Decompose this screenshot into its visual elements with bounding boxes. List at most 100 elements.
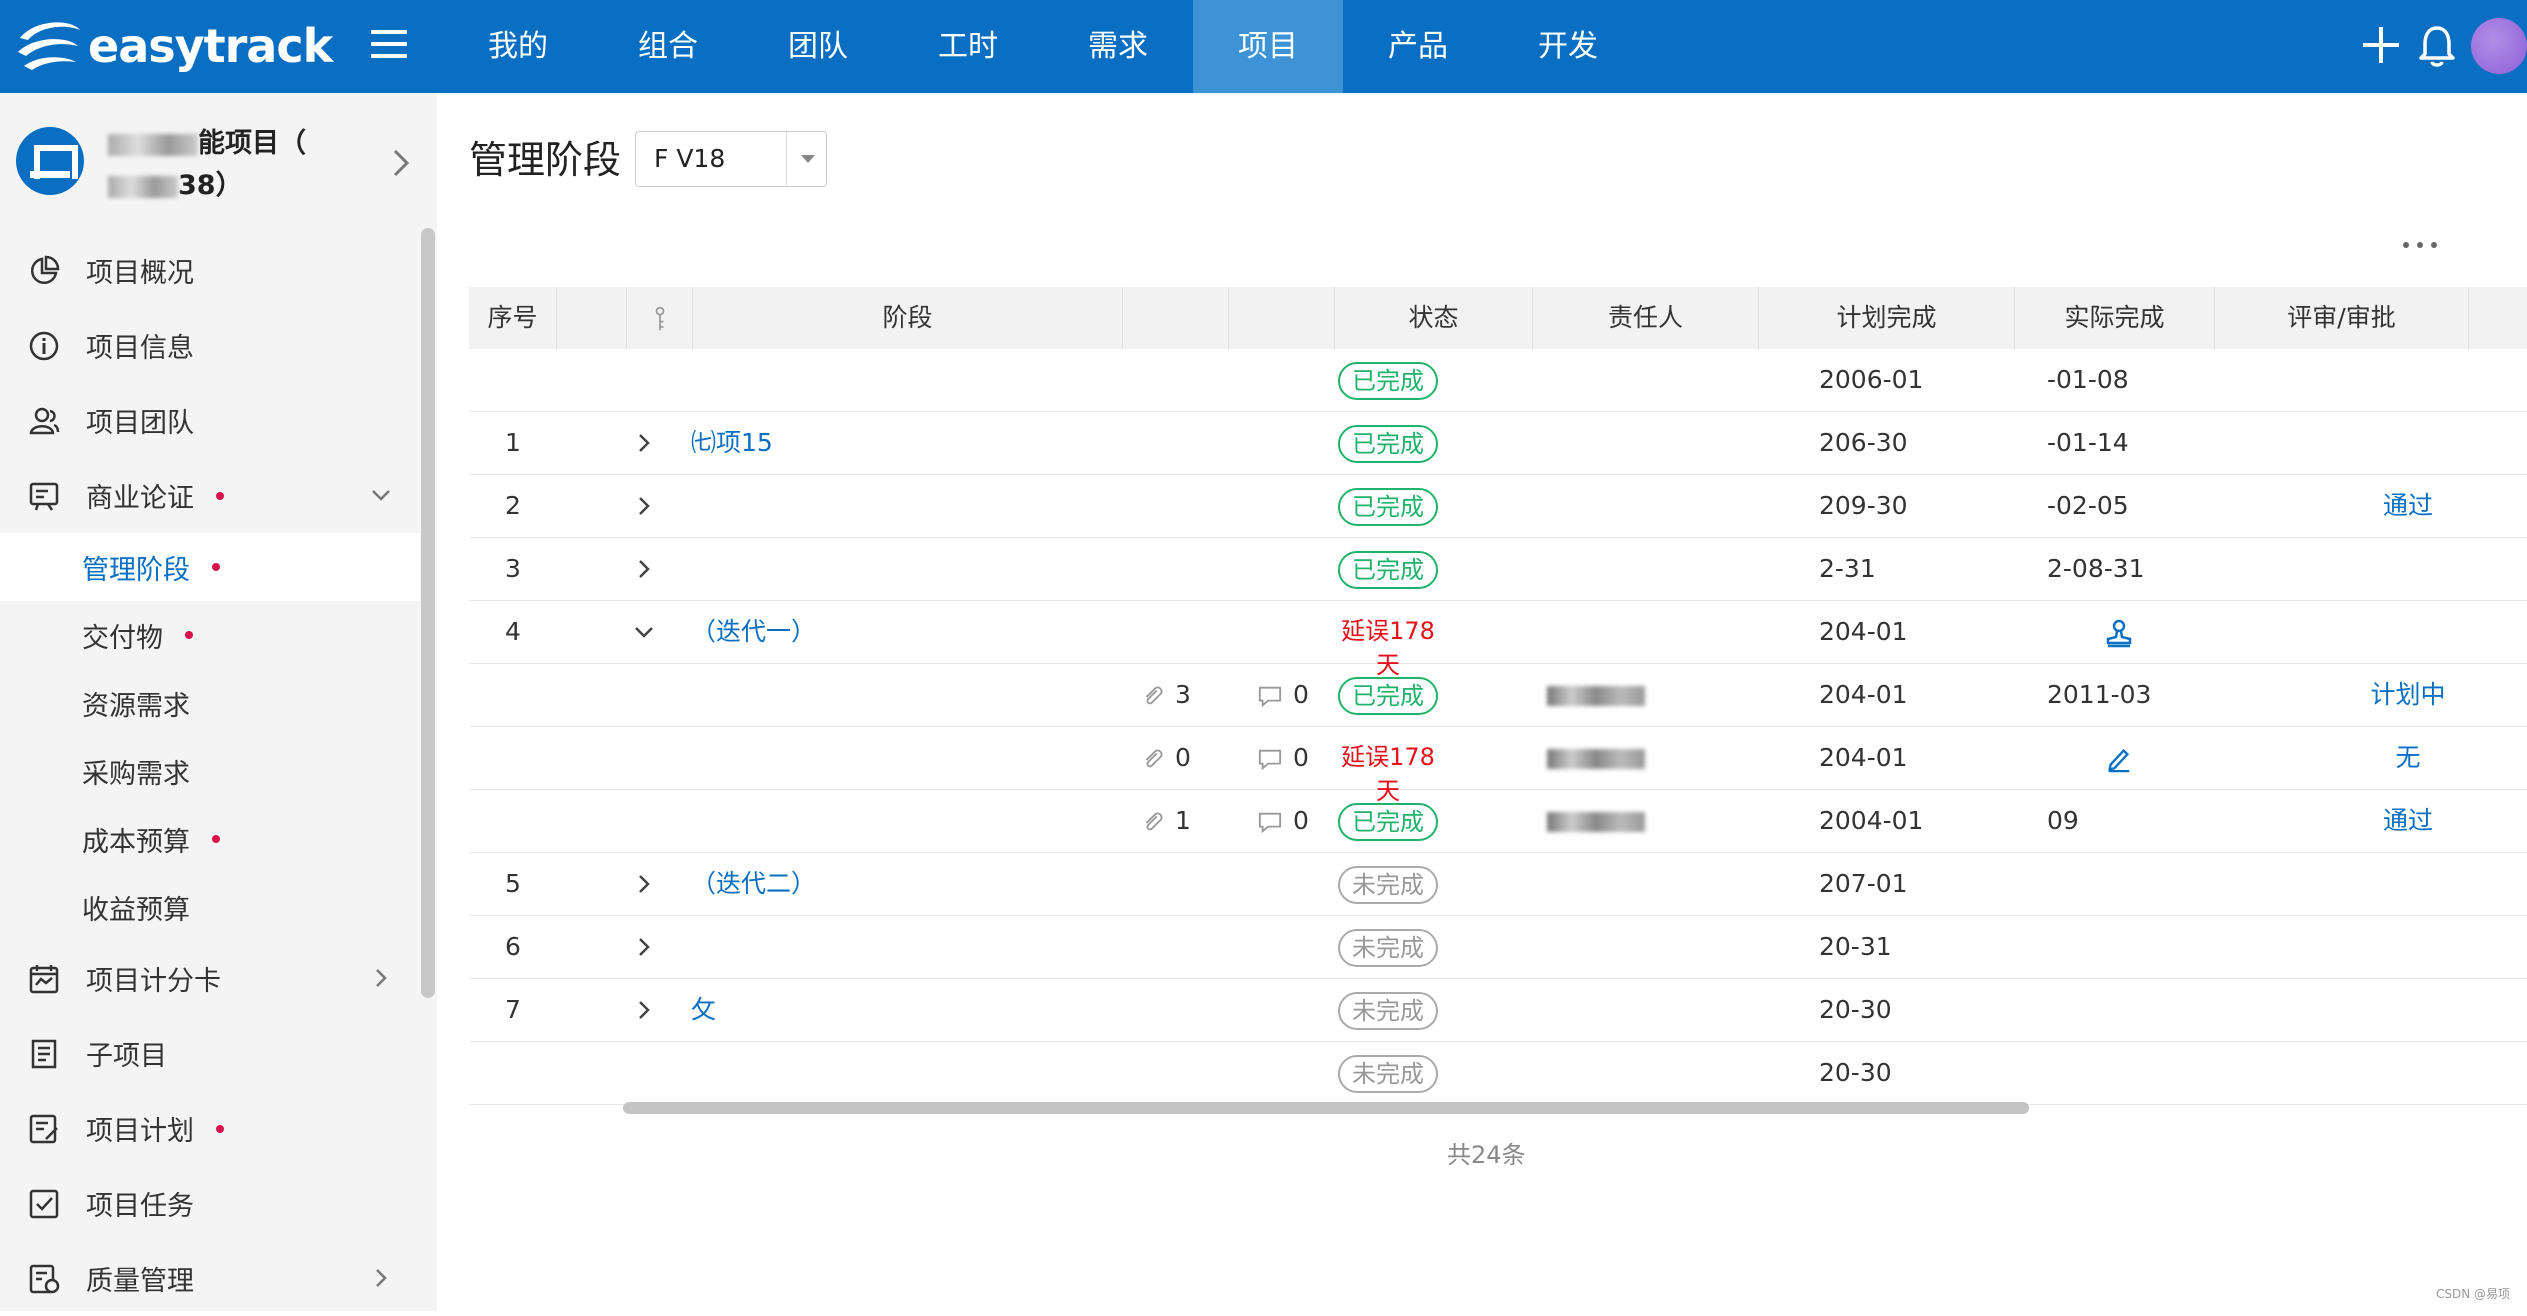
nav-item-portfolio[interactable]: 组合 — [593, 0, 743, 93]
review-status-link[interactable] — [2353, 349, 2463, 411]
review-status-link[interactable]: 通过 — [2353, 790, 2463, 852]
attachment-count[interactable]: 3 — [1141, 664, 1221, 726]
row-expand-toggle[interactable] — [629, 916, 659, 978]
nav-item-development[interactable]: 开发 — [1493, 0, 1643, 93]
pie-chart-icon — [30, 255, 60, 284]
sidebar-subitem-management-stages[interactable]: 管理阶段 — [0, 533, 420, 601]
stage-name-link[interactable]: （迭代一） — [691, 601, 816, 663]
row-expand-toggle[interactable] — [629, 853, 659, 915]
planned-finish-value: 20-30 — [1819, 995, 1892, 1024]
row-expand-toggle[interactable] — [629, 412, 659, 474]
planned-finish-value: 204-01 — [1819, 743, 1908, 772]
review-status-link[interactable]: 计划中 — [2353, 664, 2463, 726]
sidebar-item-team[interactable]: 项目团队 — [0, 383, 420, 458]
table-row[interactable]: 6 未完成 20-31 — [469, 916, 2527, 979]
sidebar-item-scorecard[interactable]: 项目计分卡 — [0, 941, 420, 1016]
stage-name-link[interactable]: ㈦项15 — [691, 412, 773, 474]
review-status-link[interactable] — [2353, 412, 2463, 474]
sidebar-item-plan[interactable]: 项目计划 — [0, 1091, 420, 1166]
hamburger-menu-icon[interactable] — [371, 30, 407, 62]
sidebar-item-tasks[interactable]: 项目任务 — [0, 1166, 420, 1241]
table-row[interactable]: 3 0 已完成 204-01 2011-03 计划中 — [469, 664, 2527, 727]
project-card[interactable]: 能项目（ 38） — [0, 93, 437, 233]
chevron-right-icon[interactable] — [370, 1267, 392, 1289]
review-status-link[interactable] — [2353, 1042, 2463, 1104]
add-icon[interactable] — [2361, 25, 2401, 65]
review-status-link[interactable]: 通过 — [2353, 475, 2463, 537]
row-expand-toggle[interactable] — [629, 475, 659, 537]
main-content: 管理阶段 F V18 序号 阶段 状态 责任人 计划完成 实际完成 评审/审批 … — [437, 93, 2527, 1311]
more-options-icon[interactable] — [2403, 233, 2447, 248]
sidebar-subitem-deliverables[interactable]: 交付物 — [0, 601, 420, 669]
row-expand-toggle[interactable] — [629, 979, 659, 1041]
sidebar-subitem-label: 资源需求 — [82, 690, 190, 722]
chevron-right-icon[interactable] — [370, 967, 392, 989]
row-expand-toggle[interactable] — [629, 538, 659, 600]
table-row[interactable]: 4 （迭代一） 延误178天 204-01 — [469, 601, 2527, 679]
sidebar-item-business-case[interactable]: 商业论证 — [0, 458, 420, 533]
comment-count[interactable]: 0 — [1257, 727, 1337, 789]
sidebar-subitem-procurement-needs[interactable]: 采购需求 — [0, 737, 420, 805]
actual-finish-date — [2047, 979, 2207, 1041]
review-status-link[interactable]: 无 — [2353, 727, 2463, 789]
comment-icon — [1258, 749, 1282, 771]
nav-item-requirements[interactable]: 需求 — [1043, 0, 1193, 93]
table-row[interactable]: 1 ㈦项15 已完成 206-30 -01-14 — [469, 412, 2527, 475]
nav-item-products[interactable]: 产品 — [1343, 0, 1493, 93]
table-row[interactable]: 已完成 2006-01 -01-08 — [469, 349, 2527, 412]
table-row[interactable]: 7 攵 未完成 20-30 — [469, 979, 2527, 1042]
stage-name-link[interactable]: （迭代二） — [691, 853, 816, 915]
review-status-link[interactable] — [2353, 916, 2463, 978]
sidebar-item-info[interactable]: 项目信息 — [0, 308, 420, 383]
sidebar-subitem-resource-needs[interactable]: 资源需求 — [0, 669, 420, 737]
table-row[interactable]: 3 已完成 2-31 2-08-31 — [469, 538, 2527, 601]
milestone-icon — [655, 306, 664, 331]
row-expand-toggle[interactable] — [629, 601, 659, 663]
nav-item-timesheet[interactable]: 工时 — [893, 0, 1043, 93]
nav-item-team[interactable]: 团队 — [743, 0, 893, 93]
comment-icon — [1258, 686, 1282, 708]
attachment-count[interactable]: 1 — [1141, 790, 1221, 852]
table-row[interactable]: 1 0 已完成 2004-01 09 通过 — [469, 790, 2527, 853]
status-badge: 未完成 — [1338, 992, 1438, 1030]
sidebar-item-quality[interactable]: 质量管理 — [0, 1241, 420, 1316]
comment-icon — [1258, 812, 1282, 834]
sidebar-subitem-cost-budget[interactable]: 成本预算 — [0, 805, 420, 873]
table-row[interactable]: 未完成 20-30 — [469, 1042, 2527, 1105]
owner-redacted — [1547, 727, 1651, 789]
review-status-link[interactable] — [2353, 601, 2463, 663]
stage-name-link[interactable]: 攵 — [691, 979, 716, 1041]
planned-finish-date: 207-01 — [1819, 853, 1979, 915]
notification-bell-icon[interactable] — [2417, 24, 2457, 68]
business-case-icon — [29, 482, 59, 511]
attachment-count[interactable]: 0 — [1141, 727, 1221, 789]
sidebar-subitem-benefit-budget[interactable]: 收益预算 — [0, 873, 420, 941]
table-row[interactable]: 2 已完成 209-30 -02-05 通过 — [469, 475, 2527, 538]
table-row[interactable]: 5 （迭代二） 未完成 207-01 — [469, 853, 2527, 916]
review-status-link[interactable] — [2353, 538, 2463, 600]
sidebar-item-subprojects[interactable]: 子项目 — [0, 1016, 420, 1091]
table-row[interactable]: 0 0 延误178天 204-01 无 — [469, 727, 2527, 805]
chevron-down-icon[interactable] — [370, 484, 392, 506]
table-horizontal-scrollbar[interactable] — [623, 1102, 2029, 1114]
status-badge: 延误178天 — [1341, 617, 1435, 679]
chevron-right-icon[interactable] — [388, 145, 414, 181]
review-status-link[interactable] — [2353, 853, 2463, 915]
chevron-right-icon — [639, 434, 650, 452]
sidebar-scrollbar[interactable] — [421, 228, 435, 998]
user-avatar[interactable] — [2471, 18, 2527, 74]
easytrack-logo[interactable]: easytrack — [14, 16, 333, 76]
comment-count[interactable]: 0 — [1257, 664, 1337, 726]
comment-count[interactable]: 0 — [1257, 790, 1337, 852]
version-select[interactable]: F V18 — [635, 131, 827, 187]
actual-finish-action[interactable] — [2059, 601, 2179, 663]
column-header-stage: 阶段 — [693, 287, 1123, 349]
sidebar-item-overview[interactable]: 项目概况 — [0, 233, 420, 308]
row-number: 7 — [505, 995, 521, 1024]
review-status-link[interactable] — [2353, 979, 2463, 1041]
planned-finish-value: 206-30 — [1819, 428, 1908, 457]
nav-item-mine[interactable]: 我的 — [443, 0, 593, 93]
actual-finish-action[interactable] — [2059, 727, 2179, 789]
nav-item-projects[interactable]: 项目 — [1193, 0, 1343, 93]
redacted-text — [108, 133, 198, 156]
